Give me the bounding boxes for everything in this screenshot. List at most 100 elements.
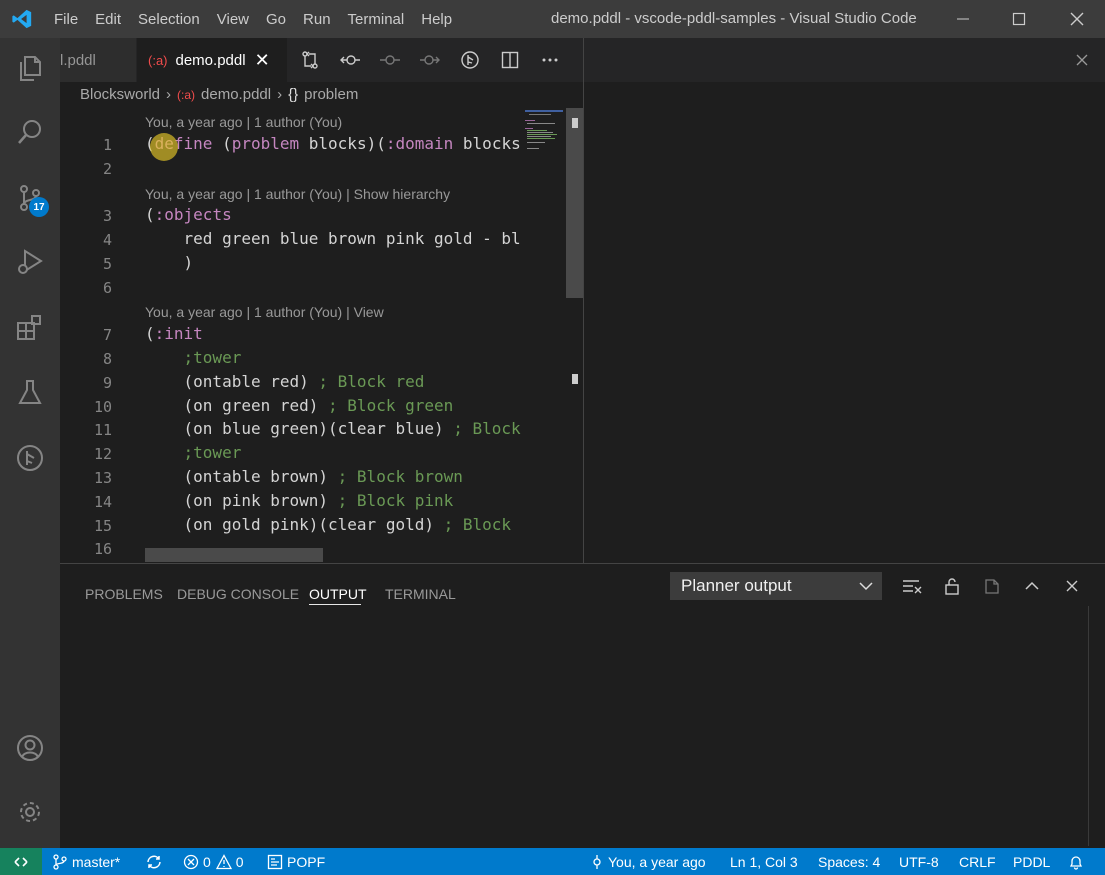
warning-icon (215, 853, 232, 869)
breadcrumb-symbol[interactable]: problem (304, 86, 358, 103)
open-changes-button[interactable] (291, 38, 329, 82)
code-line-10: (on green red) ; Block green (145, 396, 454, 415)
codelens-blame[interactable]: You, a year ago | 1 author (You) (145, 114, 342, 130)
remote-button[interactable] (0, 848, 42, 875)
tab-output[interactable]: OUTPUT (309, 586, 367, 602)
menu-edit[interactable]: Edit (95, 11, 121, 28)
minimize-button[interactable] (935, 0, 991, 38)
branch-button[interactable]: master* (53, 848, 120, 875)
tab-terminal[interactable]: TERMINAL (385, 586, 456, 602)
flask-icon (18, 380, 42, 404)
indentation-setting[interactable]: Spaces: 4 (818, 848, 880, 875)
line-number: 9 (102, 374, 112, 392)
files-icon (20, 56, 41, 81)
code-line-15: (on gold pink)(clear gold) ; Block (145, 515, 512, 534)
menu-view[interactable]: View (217, 11, 249, 28)
tab-problems[interactable]: PROBLEMS (85, 586, 163, 602)
editor-vertical-scrollbar[interactable] (566, 108, 583, 298)
menu-terminal[interactable]: Terminal (348, 11, 405, 28)
cursor-position[interactable]: Ln 1, Col 3 (730, 848, 798, 875)
close-panel-button[interactable] (1057, 572, 1087, 600)
planner-button[interactable]: POPF (267, 848, 325, 875)
menu-run[interactable]: Run (303, 11, 331, 28)
pddl-icon (17, 445, 43, 471)
problems-status[interactable]: 0 0 (183, 848, 244, 875)
close-group-button[interactable] (1072, 50, 1092, 70)
breadcrumb: Blocksworld › (:a) demo.pddl › {} proble… (80, 86, 364, 103)
code-editor[interactable]: You, a year ago | 1 author (You) You, a … (60, 108, 583, 563)
menu-go[interactable]: Go (266, 11, 286, 28)
pddl-button[interactable] (0, 434, 60, 482)
tab-l-pddl[interactable]: l.pddl (60, 38, 136, 82)
split-editor-button[interactable] (491, 38, 529, 82)
accounts-button[interactable] (0, 724, 60, 772)
warning-count: 0 (235, 853, 244, 870)
more-icon (542, 58, 558, 62)
commit-button[interactable] (371, 38, 409, 82)
codelens-blame[interactable]: You, a year ago | 1 author (You) | View (145, 304, 384, 320)
error-count: 0 (203, 853, 211, 870)
breadcrumb-file[interactable]: demo.pddl (201, 86, 271, 103)
language-mode[interactable]: PDDL (1013, 848, 1050, 875)
menu-file[interactable]: File (54, 11, 78, 28)
code-line-3: (:objects (145, 205, 232, 224)
close-tab-icon[interactable]: ✕ (255, 50, 270, 71)
pddl-file-icon: (:a) (148, 52, 168, 68)
maximize-icon (1012, 12, 1026, 26)
next-revision-button[interactable] (411, 38, 449, 82)
close-window-button[interactable] (1049, 0, 1105, 38)
explorer-button[interactable] (0, 44, 60, 92)
code-token: (on pink brown) (145, 491, 338, 510)
maximize-panel-button[interactable] (1017, 572, 1047, 600)
tab-debug-console[interactable]: DEBUG CONSOLE (177, 586, 299, 602)
lock-scroll-button[interactable] (937, 572, 967, 600)
encoding-setting[interactable]: UTF-8 (899, 848, 939, 875)
run-debug-button[interactable] (0, 238, 60, 286)
search-button[interactable] (0, 108, 60, 156)
editor-horizontal-scrollbar[interactable] (145, 548, 323, 562)
empty-group-tab-bar (584, 38, 1105, 82)
error-icon (183, 854, 199, 869)
line-number: 2 (102, 160, 112, 178)
more-actions-button[interactable] (531, 38, 569, 82)
extensions-button[interactable] (0, 304, 60, 352)
menu-selection[interactable]: Selection (138, 11, 200, 28)
breadcrumb-folder[interactable]: Blocksworld (80, 86, 160, 103)
maximize-button[interactable] (991, 0, 1047, 38)
notifications-button[interactable] (1068, 848, 1084, 875)
pddl-preview-button[interactable] (451, 38, 489, 82)
tab-demo-pddl[interactable]: (:a) demo.pddl ✕ (137, 38, 287, 82)
manage-button[interactable] (0, 788, 60, 836)
chevron-up-icon (1025, 581, 1039, 590)
code-line-13: (ontable brown) ; Block brown (145, 467, 463, 486)
git-commit-icon (593, 854, 601, 869)
eol-setting[interactable]: CRLF (959, 848, 996, 875)
previous-revision-button[interactable] (331, 38, 369, 82)
clear-all-icon (903, 580, 922, 594)
symbol-namespace-icon: {} (288, 86, 299, 103)
open-log-button[interactable] (977, 572, 1007, 600)
minimize-icon (957, 18, 969, 20)
close-icon (1070, 12, 1084, 26)
code-token: :domain (385, 134, 454, 153)
menu-help[interactable]: Help (421, 11, 452, 28)
chevron-right-icon: › (166, 86, 172, 103)
code-token: (ontable brown) (145, 467, 338, 486)
git-blame-status[interactable]: You, a year ago (591, 848, 706, 875)
line-number: 3 (102, 207, 112, 225)
code-token: ( (212, 134, 232, 153)
code-comment: ; Block pink (337, 491, 454, 510)
clear-output-button[interactable] (897, 572, 927, 600)
source-control-button[interactable]: 17 (0, 174, 60, 222)
code-comment: ; Block (443, 515, 512, 534)
testing-button[interactable] (0, 368, 60, 416)
output-channel-select[interactable]: Planner output (670, 572, 882, 600)
scrollbar-cursor-marker (572, 118, 578, 128)
pddl-preview-icon (461, 51, 479, 69)
sync-button[interactable] (145, 848, 163, 875)
code-comment: ; Block red (318, 372, 425, 391)
line-number: 12 (93, 445, 112, 463)
codelens-blame[interactable]: You, a year ago | 1 author (You) | Show … (145, 186, 450, 202)
close-icon (1076, 54, 1088, 66)
code-comment: ; Block (453, 419, 521, 438)
